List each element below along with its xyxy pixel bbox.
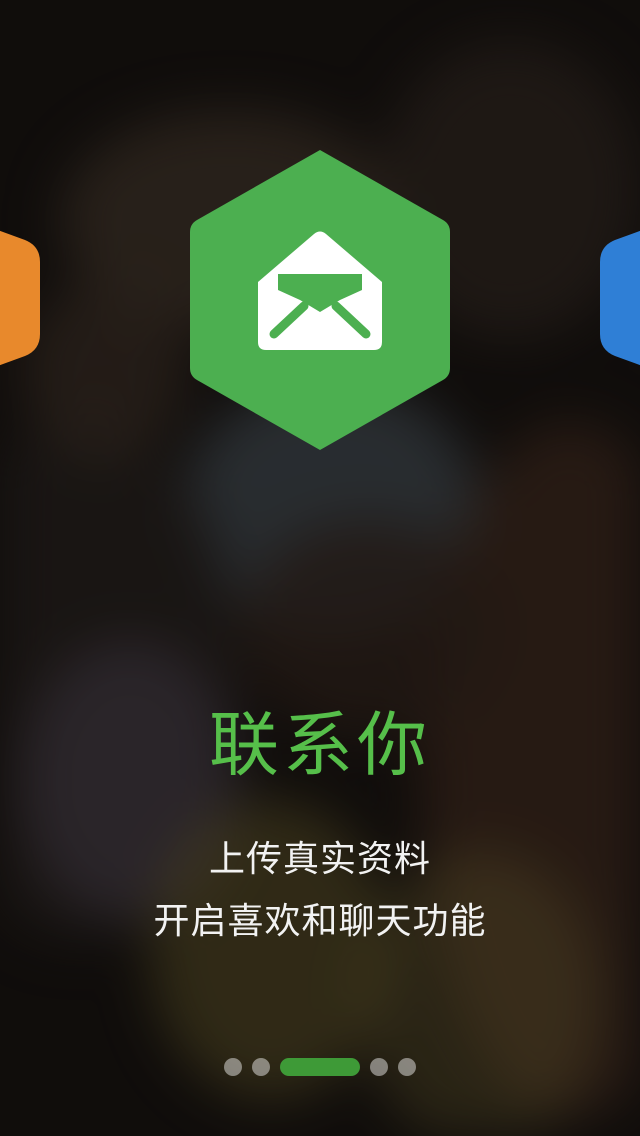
page-dot-2[interactable]	[252, 1058, 270, 1076]
previous-page-hexagon-icon[interactable]	[0, 198, 40, 398]
page-dot-4[interactable]	[370, 1058, 388, 1076]
onboarding-screen: 联系你 上传真实资料 开启喜欢和聊天功能	[0, 0, 640, 1136]
page-dot-1[interactable]	[224, 1058, 242, 1076]
next-page-hexagon-icon[interactable]	[600, 198, 640, 398]
page-dot-3-active[interactable]	[280, 1058, 360, 1076]
page-title: 联系你	[209, 704, 431, 786]
page-indicator[interactable]	[0, 1057, 640, 1077]
description-line-1: 上传真实资料	[208, 839, 431, 880]
envelope-hexagon-icon	[190, 150, 450, 450]
page-dot-5[interactable]	[398, 1058, 416, 1076]
description-line-2: 开启喜欢和聊天功能	[153, 901, 487, 942]
